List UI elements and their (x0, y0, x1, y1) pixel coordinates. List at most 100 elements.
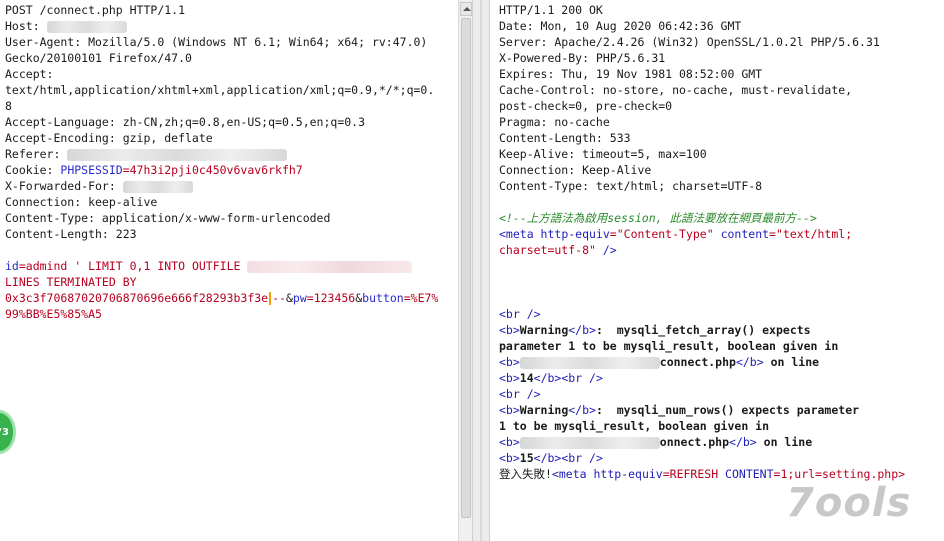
response-token: <b> (499, 435, 520, 449)
response-token: Warning (519, 323, 569, 337)
response-line: parameter 1 to be mysqli_result, boolean… (499, 338, 944, 354)
response-token: <!--上方語法為啟用session, 此語法要放在網頁最前方--> (499, 211, 817, 225)
pane-splitter[interactable] (472, 0, 490, 541)
request-line: Content-Length: 223 (5, 226, 458, 242)
response-token: CONTENT (725, 467, 774, 481)
response-token: http-equiv (540, 227, 610, 241)
response-token: charset=utf-8" (499, 243, 603, 257)
request-text-area[interactable]: POST /connect.php HTTP/1.1 Host: User-Age… (5, 2, 458, 322)
response-token: on line (763, 355, 820, 369)
request-token: =%E7% (403, 291, 439, 305)
redacted-text (67, 148, 288, 161)
response-token: <b> (499, 355, 520, 369)
request-line (5, 242, 458, 258)
request-token: & (285, 291, 293, 305)
response-token: </b> (568, 403, 596, 417)
response-token: ="text/html; (769, 227, 853, 241)
scroll-up-button[interactable] (460, 2, 472, 16)
request-line: Referer: (5, 146, 458, 162)
request-token: 8 (5, 99, 12, 113)
request-token: POST /connect.php HTTP/1.1 (5, 3, 186, 17)
request-line: User-Agent: Mozilla/5.0 (Windows NT 6.1;… (5, 34, 458, 50)
request-token: =47h3i2pji0c450v6vav6rkfh7 (122, 163, 303, 177)
response-line (499, 194, 944, 210)
response-line (499, 290, 944, 306)
response-token: </b> (568, 323, 596, 337)
request-token: User-Agent: Mozilla/5.0 (Windows NT 6.1;… (5, 35, 428, 49)
response-line: charset=utf-8" /> (499, 242, 944, 258)
response-token: connect.php (659, 355, 736, 369)
request-token: PHPSESSID (60, 163, 123, 177)
response-token: Warning (519, 403, 569, 417)
request-token: 99%BB%E5%85%A5 (5, 307, 102, 321)
request-line: text/html,application/xhtml+xml,applicat… (5, 82, 458, 98)
response-line: Content-Type: text/html; charset=UTF-8 (499, 178, 944, 194)
response-token: </b> (735, 355, 764, 369)
response-token: </b><br /> (533, 371, 603, 385)
request-line: Connection: keep-alive (5, 194, 458, 210)
response-token: 登入失敗! (499, 467, 552, 481)
request-line: Host: (5, 18, 458, 34)
response-token: =REFRESH (662, 467, 726, 481)
request-line: POST /connect.php HTTP/1.1 (5, 2, 458, 18)
response-line: Keep-Alive: timeout=5, max=100 (499, 146, 944, 162)
response-text-area[interactable]: HTTP/1.1 200 OK Date: Mon, 10 Aug 2020 06… (499, 2, 944, 482)
request-token: Accept-Language: zh-CN,zh;q=0.8,en-US;q=… (5, 115, 366, 129)
response-token: Expires: Thu, 19 Nov 1981 08:52:00 GMT (499, 67, 763, 81)
response-line: Server: Apache/2.4.26 (Win32) OpenSSL/1.… (499, 34, 944, 50)
response-token: <br /> (499, 307, 541, 321)
request-line: Accept: (5, 66, 458, 82)
watermark-logo: 7ools (786, 480, 936, 536)
response-line: <b> onnect.php</b> on line (499, 434, 944, 450)
request-token: button (362, 291, 404, 305)
response-line: <b>15</b><br /> (499, 450, 944, 466)
response-token: parameter 1 to be mysqli_result, boolean… (499, 339, 839, 353)
scrollbar-thumb[interactable] (461, 18, 471, 518)
response-token: onnect.php (659, 435, 730, 449)
response-line: <b> connect.php</b> on line (499, 354, 944, 370)
response-line: Content-Length: 533 (499, 130, 944, 146)
request-line: 0x3c3f70687020706870696e666f28293b3f3e --… (5, 290, 458, 306)
response-line (499, 258, 944, 274)
request-line: Accept-Encoding: gzip, deflate (5, 130, 458, 146)
response-line: Pragma: no-cache (499, 114, 944, 130)
request-token: Content-Type: application/x-www-form-url… (5, 211, 331, 225)
response-token: <b> (499, 323, 520, 337)
response-token: Pragma: no-cache (499, 115, 610, 129)
redacted-text (519, 356, 660, 369)
request-token: pw (292, 291, 307, 305)
arrow-up-icon (463, 7, 471, 11)
response-line: Connection: Keep-Alive (499, 162, 944, 178)
response-token: <meta (551, 467, 594, 481)
response-line: <br /> (499, 306, 944, 322)
response-token: : mysqli_fetch_array() expects (595, 323, 811, 337)
request-token: Cookie: (5, 163, 61, 177)
response-pane[interactable]: HTTP/1.1 200 OK Date: Mon, 10 Aug 2020 06… (490, 0, 944, 541)
response-line: <meta http-equiv="Content-Type" content=… (499, 226, 944, 242)
response-token: <meta (499, 227, 541, 241)
request-token: 0x3c3f70687020706870696e666f28293b3f3e (5, 291, 269, 305)
request-line: Cookie: PHPSESSID=47h3i2pji0c450v6vav6rk… (5, 162, 458, 178)
watermark-text: 7ools (786, 480, 912, 526)
response-token: <b> (499, 403, 520, 417)
request-line: Content-Type: application/x-www-form-url… (5, 210, 458, 226)
response-line: <b>Warning</b>: mysqli_num_rows() expect… (499, 402, 944, 418)
response-line: <b>Warning</b>: mysqli_fetch_array() exp… (499, 322, 944, 338)
response-token: Content-Length: 533 (499, 131, 631, 145)
response-token: Content-Type: text/html; charset=UTF-8 (499, 179, 763, 193)
response-token: Connection: Keep-Alive (499, 163, 652, 177)
request-pane[interactable]: POST /connect.php HTTP/1.1 Host: User-Age… (0, 0, 458, 541)
response-line: X-Powered-By: PHP/5.6.31 (499, 50, 944, 66)
badge-label: 73 (0, 426, 9, 438)
response-line: <br /> (499, 386, 944, 402)
request-line: Accept-Language: zh-CN,zh;q=0.8,en-US;q=… (5, 114, 458, 130)
response-token: /> (602, 243, 617, 257)
request-line: LINES TERMINATED BY (5, 274, 458, 290)
request-line: X-Forwarded-For: (5, 178, 458, 194)
request-token: LINES TERMINATED BY (5, 275, 137, 289)
request-token: Referer: (5, 147, 68, 161)
response-line (499, 274, 944, 290)
response-token: 15 (519, 451, 534, 465)
request-scrollbar[interactable] (458, 0, 472, 541)
request-token: Gecko/20100101 Firefox/47.0 (5, 51, 192, 65)
